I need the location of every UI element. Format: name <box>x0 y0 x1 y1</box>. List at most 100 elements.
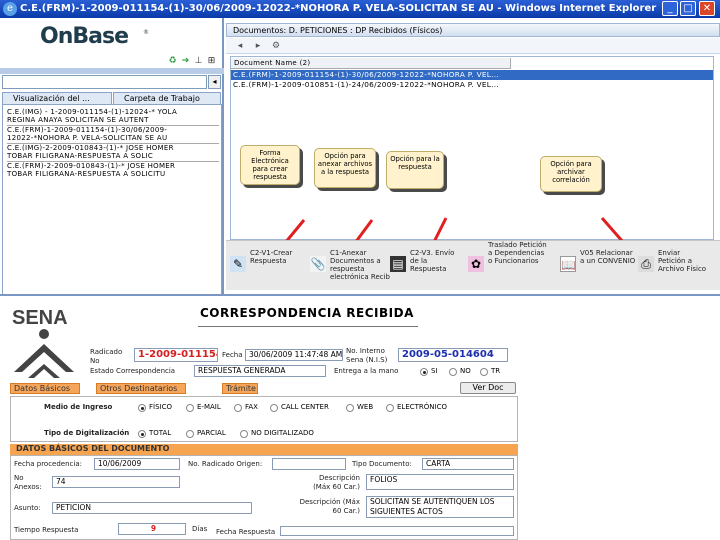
tipo-total-radio[interactable] <box>138 430 146 438</box>
radicado-label: Radicado No <box>90 348 123 365</box>
anexos-field[interactable]: 74 <box>52 476 180 488</box>
list-item[interactable]: REGINA ANAYA SOLICITAN SE AUTENT <box>7 116 219 124</box>
action-traslado-peticion[interactable]: Traslado Petición a Dependencias o Funci… <box>488 241 550 265</box>
medio-label: Medio de Ingreso <box>44 403 113 411</box>
folios-label: Descripción (Máx 60 Car.) <box>313 474 360 491</box>
fecha-procedencia-label: Fecha procedencia: <box>14 460 82 468</box>
medio-electronico-label: ELECTRÓNICO <box>397 403 447 411</box>
estado-field[interactable]: RESPUESTA GENERADA <box>194 365 326 377</box>
estado-label: Estado Correspondencia <box>90 367 176 375</box>
tab-datos-basicos[interactable]: Datos Básicos <box>10 383 80 394</box>
right-panel: Documentos: D. PETICIONES : DP Recibidos… <box>226 18 720 294</box>
pin-icon[interactable]: ⊞ <box>206 56 217 67</box>
tipo-digitalizacion-label: Tipo de Digitalización <box>44 429 130 437</box>
medio-fax-radio[interactable] <box>234 404 242 412</box>
entrega-no-label: NO <box>460 367 471 375</box>
fecha-field[interactable]: 30/06/2009 11:47:48 AM <box>245 349 343 361</box>
window-title: C.E.(FRM)-1-2009-011154-(1)-30/06/2009-1… <box>20 3 657 14</box>
forward-icon[interactable]: ▸ <box>252 40 264 52</box>
entrega-tr-radio[interactable] <box>480 368 488 376</box>
annotation-arrows <box>278 217 631 248</box>
chevron-down-icon[interactable]: ◂ <box>208 75 221 89</box>
tipo-nodigitalizado-radio[interactable] <box>240 430 248 438</box>
action-anexar-documentos[interactable]: C1-Anexar Documentos a respuesta electró… <box>330 249 390 281</box>
interno-label: No. Interno Sena (N.I.S) <box>346 347 388 364</box>
left-panel: OnBase ® ♻ ➔ ⊥ ⊞ ◂ Visualización del ...… <box>0 18 224 302</box>
send-icon[interactable]: ▤ <box>390 256 406 272</box>
action-enviar-archivo[interactable]: Enviar Petición a Archivo Físico <box>658 249 708 273</box>
interno-field[interactable]: 2009-05-014604 <box>398 348 508 362</box>
action-crear-respuesta[interactable]: C2-V1-Crear Respuesta <box>250 249 298 265</box>
medio-email-radio[interactable] <box>186 404 194 412</box>
tab-tramite[interactable]: Trámite <box>222 383 258 394</box>
rad-origen-label: No. Radicado Origen: <box>188 460 263 468</box>
settings-icon[interactable]: ⚙ <box>270 40 282 52</box>
entrega-tr-label: TR <box>491 367 501 375</box>
tab-otros-destinatarios[interactable]: Otros Destinatarios <box>96 383 186 394</box>
panel-strip <box>0 68 224 74</box>
medio-fisico-radio[interactable] <box>138 404 146 412</box>
arrow-right-icon[interactable]: ➔ <box>180 56 191 67</box>
list-item[interactable]: 12022-*NOHORA P. VELA-SOLICITAN SE AU <box>7 134 219 142</box>
title-underline <box>198 326 418 327</box>
doc-sort-icon[interactable]: ⊥ <box>193 56 204 67</box>
attach-icon[interactable]: 📎 <box>310 256 326 272</box>
entrega-si-radio[interactable] <box>420 368 428 376</box>
tiempo-respuesta-field[interactable]: 9 <box>118 523 186 535</box>
asunto-field[interactable]: PETICION <box>52 502 252 514</box>
documents-panel-title: Documentos: D. PETICIONES : DP Recibidos… <box>226 23 720 37</box>
table-row[interactable]: C.E.(FRM)-1-2009-011154-(1)-30/06/2009-1… <box>231 70 713 80</box>
form-title: CORRESPONDENCIA RECIBIDA <box>200 306 414 320</box>
descripcion-field[interactable]: SOLICITAN SE AUTENTIQUEN LOS SIGUIENTES … <box>366 496 514 518</box>
list-item[interactable]: TOBAR FILIGRANA-RESPUESTA A SOLIC <box>7 152 219 160</box>
medio-web-radio[interactable] <box>346 404 354 412</box>
transfer-icon[interactable]: ✿ <box>468 256 484 272</box>
sena-logo: SENA <box>12 307 74 378</box>
table-row[interactable]: C.E.(FRM)-1-2009-010851-(1)-24/06/2009-1… <box>231 80 713 90</box>
recycle-icon[interactable]: ♻ <box>167 56 178 67</box>
form-area: SENA CORRESPONDENCIA RECIBIDA Radicado N… <box>0 296 720 540</box>
trademark-mark: ® <box>143 29 149 36</box>
minimize-button[interactable]: _ <box>662 1 678 16</box>
descripcion-label: Descripción (Máx 60 Car.) <box>299 498 360 515</box>
onbase-logo: OnBase <box>40 24 129 49</box>
book-icon[interactable]: 📖 <box>560 256 576 272</box>
action-relacionar-convenio[interactable]: V05 Relacionar a un CONVENIO <box>580 249 636 265</box>
tipo-total-label: TOTAL <box>149 429 172 437</box>
entrega-no-radio[interactable] <box>449 368 457 376</box>
medio-callcenter-radio[interactable] <box>270 404 278 412</box>
list-item[interactable]: TOBAR FILIGRANA-RESPUESTA A SOLICITU <box>7 170 219 178</box>
tipo-parcial-radio[interactable] <box>186 430 194 438</box>
fecha-procedencia-field[interactable]: 10/06/2009 <box>94 458 180 470</box>
medio-fax-label: FAX <box>245 403 258 411</box>
radicado-field[interactable]: 1-2009-011154 <box>134 348 218 362</box>
ver-doc-button[interactable]: Ver Doc <box>460 382 516 394</box>
tab-visualizacion[interactable]: Visualización del ... <box>2 92 112 104</box>
tipo-documento-field[interactable]: CARTA <box>422 458 514 470</box>
action-bar: ✎ C2-V1-Crear Respuesta 📎 C1-Anexar Docu… <box>226 240 720 290</box>
medio-electronico-radio[interactable] <box>386 404 394 412</box>
entrega-label: Entrega a la mano <box>334 367 399 375</box>
action-envio-respuesta[interactable]: C2-V3. Envío de la Respuesta <box>410 249 460 273</box>
archive-icon[interactable]: ⎙ <box>638 256 654 272</box>
column-header-document-name[interactable]: Document Name (2) <box>231 58 511 69</box>
tipo-nodigitalizado-label: NO DIGITALIZADO <box>251 429 314 437</box>
maximize-button[interactable]: □ <box>680 1 696 16</box>
window-titlebar[interactable]: C.E.(FRM)-1-2009-011154-(1)-30/06/2009-1… <box>0 0 720 18</box>
svg-text:SENA: SENA <box>12 307 68 329</box>
fecha-label: Fecha <box>222 351 243 359</box>
tab-carpeta-trabajo[interactable]: Carpeta de Trabajo <box>113 92 221 104</box>
dias-label: Días <box>192 525 208 533</box>
rad-origen-field[interactable] <box>272 458 346 470</box>
create-response-icon[interactable]: ✎ <box>230 256 246 272</box>
medio-web-label: WEB <box>357 403 374 411</box>
document-tree: C.E.(IMG) - 1-2009-011154-(1)-12024-* YO… <box>2 104 222 302</box>
folios-field[interactable]: FOLIOS <box>366 474 514 490</box>
folder-select-input[interactable] <box>2 75 207 89</box>
fecha-respuesta-label: Fecha Respuesta <box>216 528 276 536</box>
entrega-si-label: SI <box>431 367 438 375</box>
fecha-respuesta-field[interactable] <box>280 526 514 536</box>
back-icon[interactable]: ◂ <box>234 40 246 52</box>
ie-icon: e <box>3 2 17 16</box>
close-button[interactable]: ✕ <box>699 1 715 16</box>
